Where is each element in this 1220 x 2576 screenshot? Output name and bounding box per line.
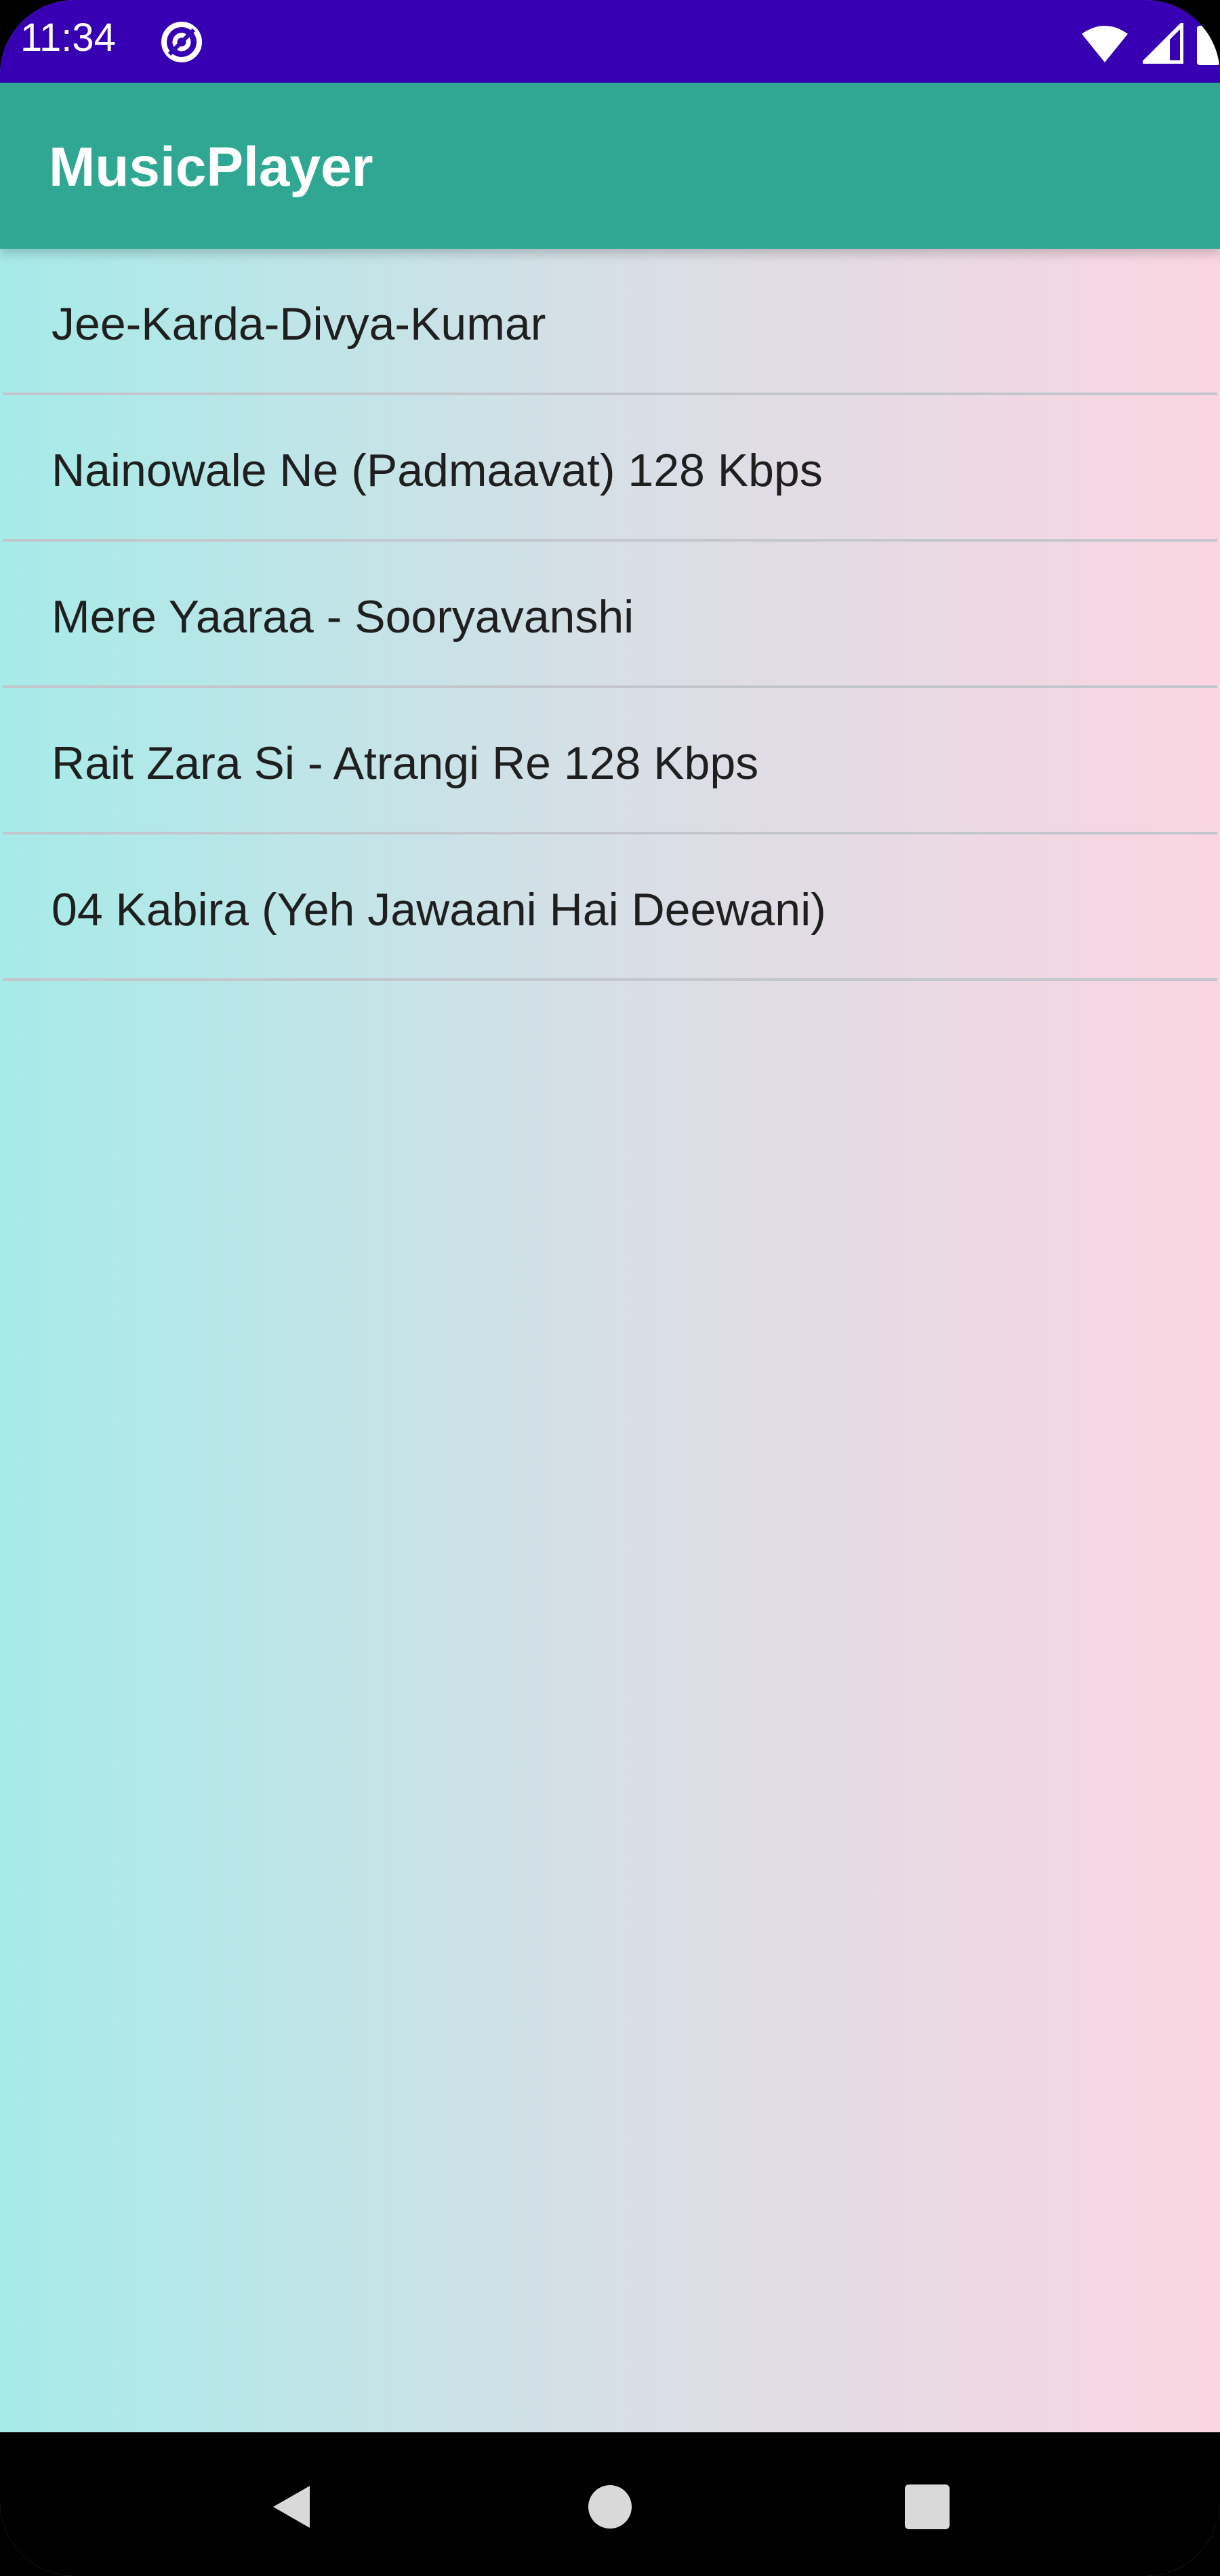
app-bar: MusicPlayer xyxy=(0,83,1220,249)
song-title: Nainowale Ne (Padmaavat) 128 Kbps xyxy=(52,445,823,496)
app-title: MusicPlayer xyxy=(49,136,373,198)
song-title: Mere Yaaraa - Sooryavanshi xyxy=(52,591,634,643)
app-screen: 11:34 MusicPlayer Jee-Karda-Divya-Kumar xyxy=(0,0,1220,2576)
song-list-item[interactable]: Nainowale Ne (Padmaavat) 128 Kbps xyxy=(3,395,1217,542)
signal-icon xyxy=(1143,23,1183,64)
recents-button[interactable] xyxy=(893,2473,961,2541)
back-icon xyxy=(273,2486,310,2528)
song-list-item[interactable]: Jee-Karda-Divya-Kumar xyxy=(3,249,1217,395)
status-bar: 11:34 xyxy=(0,0,1220,83)
song-title: 04 Kabira (Yeh Jawaani Hai Deewani) xyxy=(52,884,826,935)
status-time: 11:34 xyxy=(20,16,116,60)
recents-icon xyxy=(905,2484,950,2529)
status-icons xyxy=(1080,22,1220,65)
home-button[interactable] xyxy=(576,2473,644,2541)
battery-icon xyxy=(1197,22,1220,65)
back-button[interactable] xyxy=(258,2473,325,2541)
home-icon xyxy=(588,2485,632,2529)
song-title: Rait Zara Si - Atrangi Re 128 Kbps xyxy=(52,738,759,789)
navigation-bar xyxy=(0,2432,1220,2576)
at-sign-icon xyxy=(161,22,202,62)
song-list-item[interactable]: 04 Kabira (Yeh Jawaani Hai Deewani) xyxy=(3,834,1217,981)
song-title: Jee-Karda-Divya-Kumar xyxy=(52,298,546,350)
wifi-icon xyxy=(1082,26,1128,62)
song-list-item[interactable]: Mere Yaaraa - Sooryavanshi xyxy=(3,542,1217,688)
song-list-item[interactable]: Rait Zara Si - Atrangi Re 128 Kbps xyxy=(3,688,1217,834)
song-list: Jee-Karda-Divya-Kumar Nainowale Ne (Padm… xyxy=(0,249,1220,981)
